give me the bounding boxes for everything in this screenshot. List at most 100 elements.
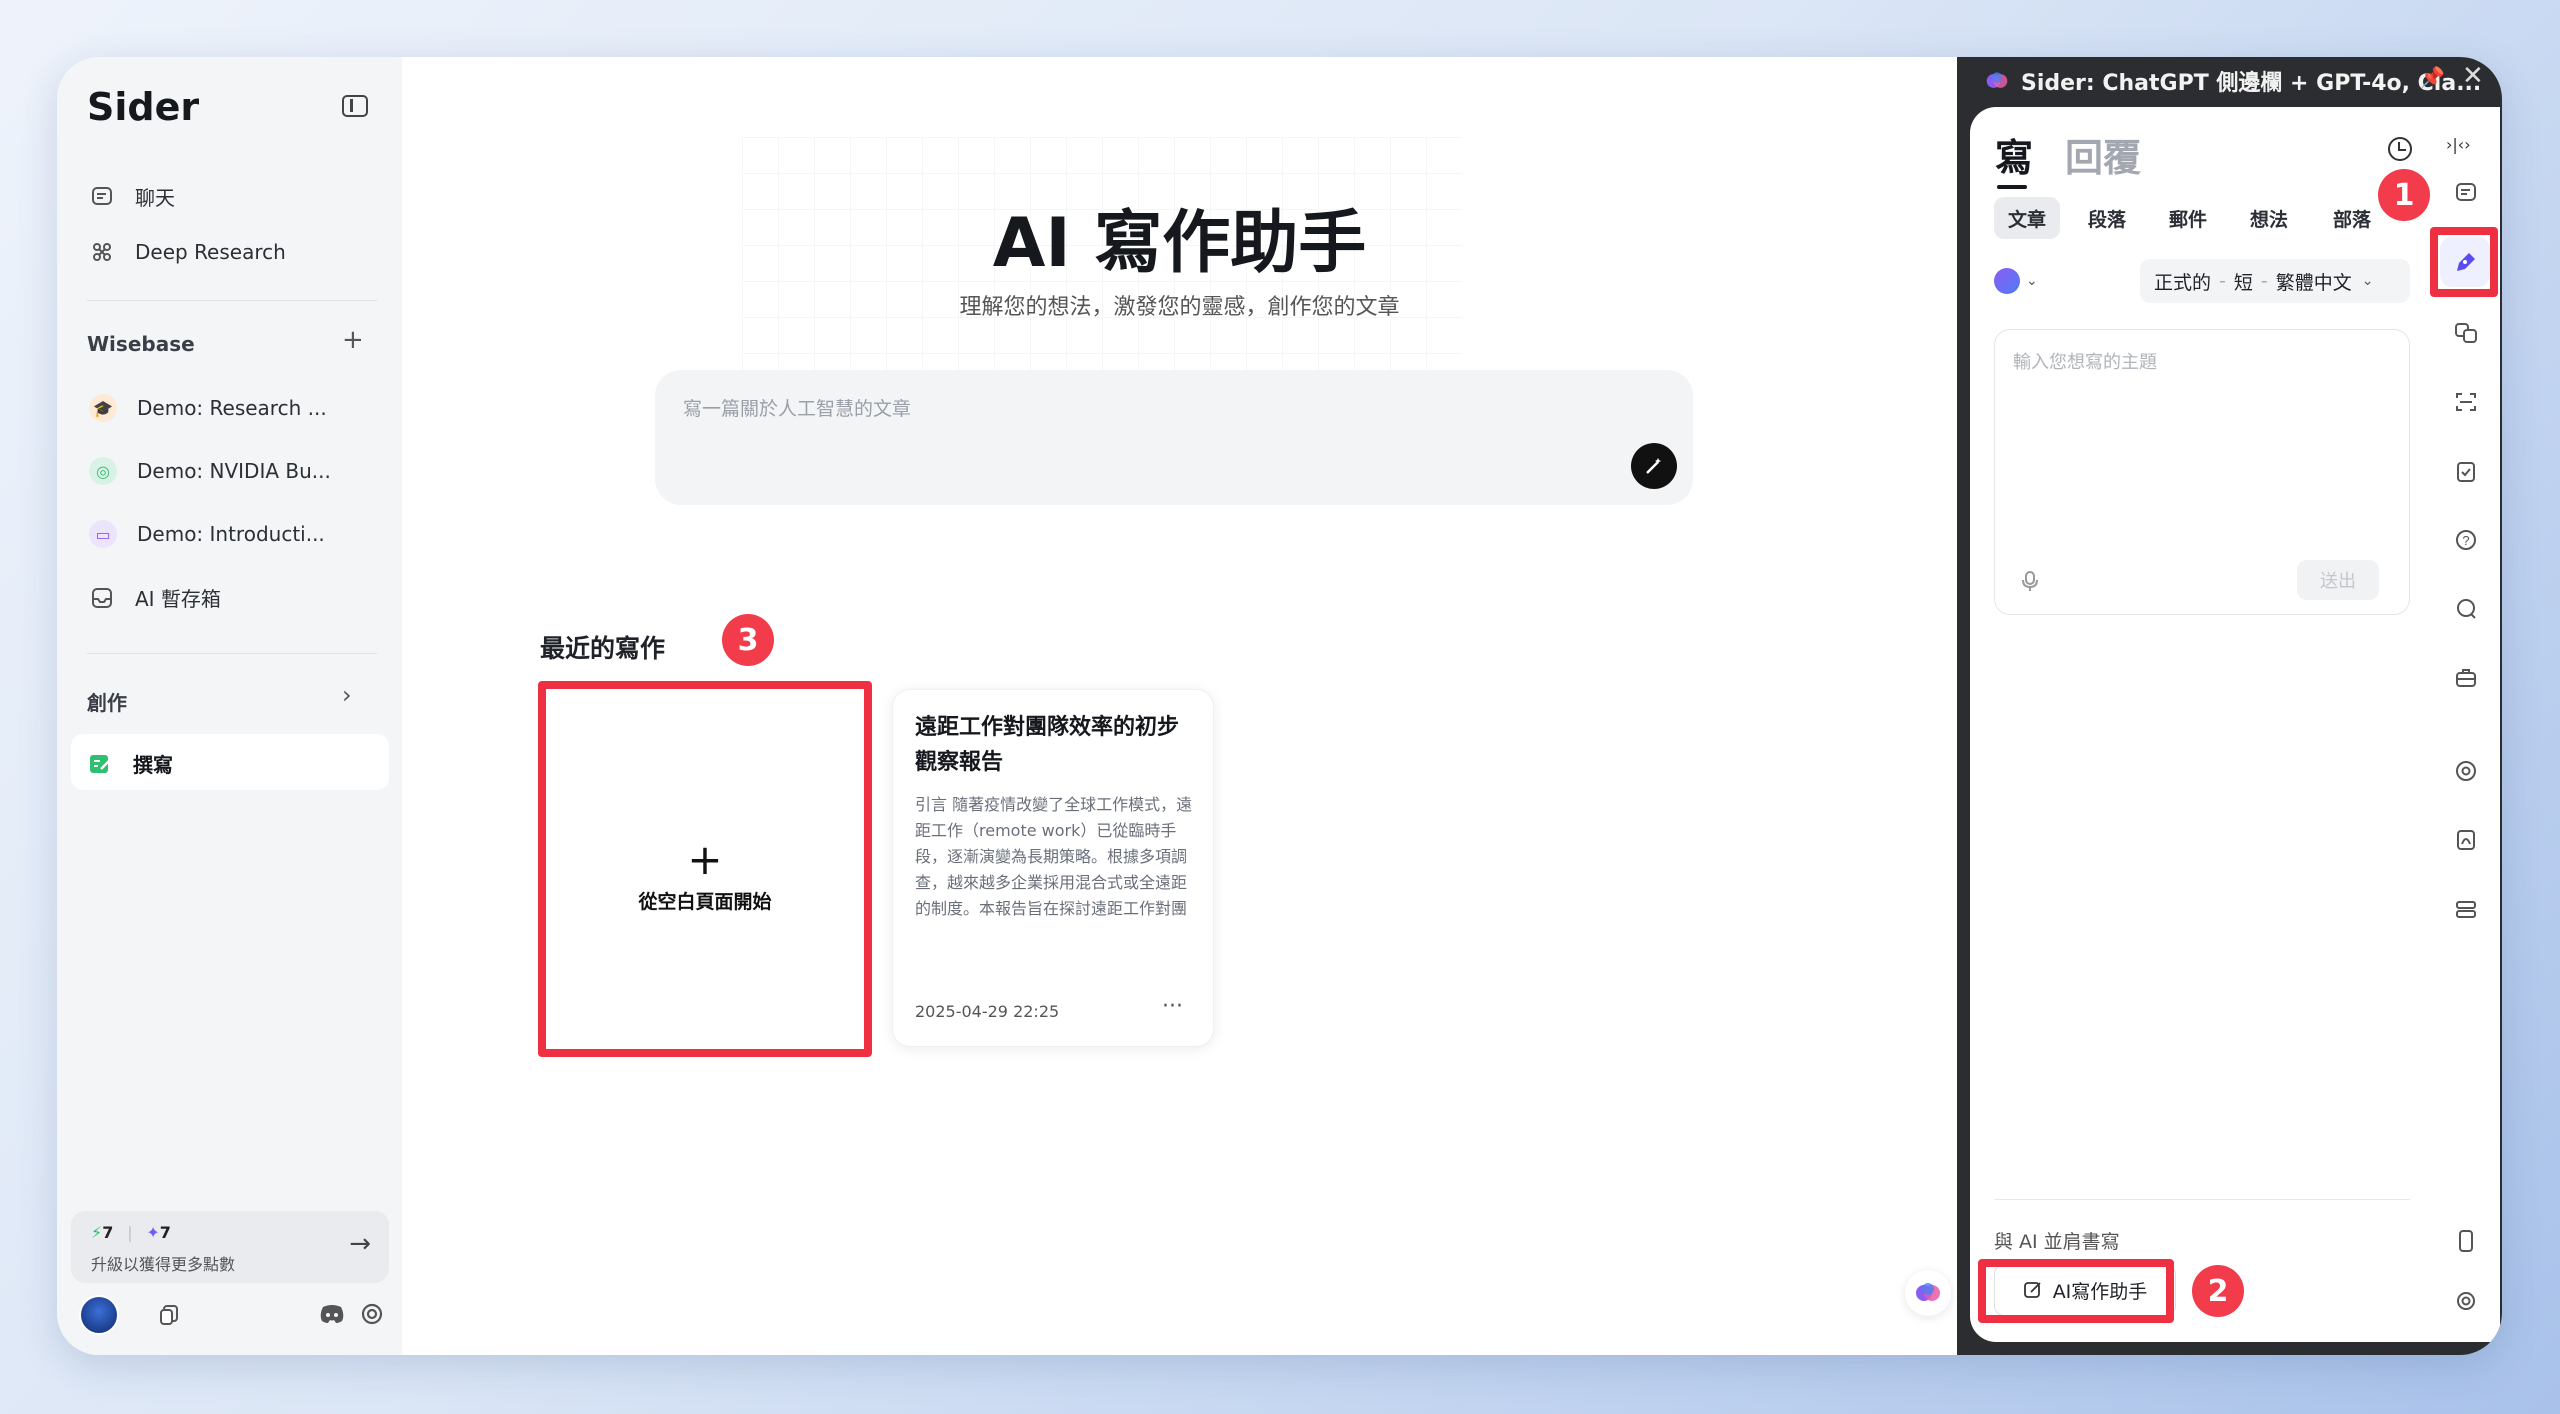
category-idea[interactable]: 想法	[2236, 197, 2302, 239]
extension-title: Sider: ChatGPT 側邊欄 + GPT-4o, Cla...	[2021, 71, 2482, 96]
scan-icon[interactable]	[2452, 388, 2480, 416]
doc-date: 2025-04-29 22:25	[915, 1002, 1060, 1021]
extension-titlebar: Sider: ChatGPT 側邊欄 + GPT-4o, Cla... 📌 ✕	[1957, 57, 2502, 107]
magic-wand-icon	[1646, 458, 1661, 474]
question-icon[interactable]: ?	[2452, 526, 2480, 554]
topic-input[interactable]: 輸入您想寫的主題 送出	[1994, 329, 2410, 615]
sidebar-item-label: AI 暫存箱	[135, 587, 221, 611]
copy-icon[interactable]	[157, 1303, 181, 1331]
highlight-box-2	[1978, 1259, 2174, 1323]
prompt-placeholder: 寫一篇關於人工智慧的文章	[683, 398, 912, 420]
model-icon	[1994, 268, 2020, 294]
chevron-down-icon: ⌄	[2361, 273, 2374, 289]
settings-icon[interactable]	[359, 1301, 385, 1331]
create-section-title[interactable]: 創作	[87, 687, 127, 716]
sidebar-item-ai-inbox[interactable]: AI 暫存箱	[89, 583, 221, 612]
sidebar-item-label: Demo: Research ...	[137, 396, 327, 420]
unpin-icon[interactable]: 📌	[2420, 65, 2445, 89]
settings-icon[interactable]	[2452, 1287, 2480, 1315]
extension-panel: 寫 回覆 文章 段落 郵件 想法 部落 ⌄ 正式的 - 短 - 繁體中文 ⌄ 輸…	[1970, 107, 2500, 1342]
sidebar-item-label: 聊天	[135, 186, 175, 210]
annotation-badge-3: 3	[722, 614, 774, 666]
sidebar-item-chat[interactable]: 聊天	[89, 182, 175, 211]
chevron-down-icon: ⌄	[2026, 273, 2038, 289]
write-panel: 寫 回覆 文章 段落 郵件 想法 部落 ⌄ 正式的 - 短 - 繁體中文 ⌄ 輸…	[1970, 107, 2430, 1342]
sider-brain-icon	[1986, 72, 2008, 88]
send-button[interactable]: 送出	[2297, 560, 2379, 600]
highlight-box-3	[538, 681, 872, 1057]
chip-icon: ◎	[89, 457, 117, 485]
avatar[interactable]	[79, 1295, 119, 1335]
tab-active-underline	[1997, 185, 2027, 189]
history-icon[interactable]	[2388, 137, 2412, 161]
tab-write[interactable]: 寫	[1995, 127, 2033, 182]
microphone-icon[interactable]	[2021, 570, 2039, 597]
language-option[interactable]: 繁體中文	[2276, 268, 2352, 295]
sidebar-item-label: 撰寫	[133, 753, 173, 777]
more-options-icon[interactable]: ···	[1162, 994, 1183, 1019]
collab-label: 與 AI 並肩書寫	[1994, 1231, 2120, 1253]
tab-reply[interactable]: 回覆	[2065, 127, 2141, 182]
sidebar-item-write[interactable]: 撰寫	[87, 749, 173, 778]
chrome-icon[interactable]	[2452, 757, 2480, 785]
model-selector[interactable]: ⌄	[1994, 262, 2038, 300]
recent-writings-title: 最近的寫作	[540, 634, 666, 663]
wisebase-title: Wisebase	[87, 332, 195, 356]
chevron-right-icon[interactable]: ›	[342, 681, 352, 709]
graduation-cap-icon: 🎓	[89, 394, 117, 422]
sidebar-item-wisebase-nvidia[interactable]: ◎ Demo: NVIDIA Bu...	[89, 457, 331, 485]
recent-doc-card[interactable]: 遠距工作對團隊效率的初步觀察報告 引言 隨著疫情改變了全球工作模式，遠距工作（r…	[892, 689, 1214, 1047]
upgrade-text: 升級以獲得更多點數	[91, 1255, 236, 1274]
sider-float-button[interactable]	[1905, 1270, 1951, 1316]
sidebar-divider	[87, 300, 377, 301]
arrow-right-icon[interactable]: →	[349, 1229, 371, 1259]
clipboard-check-icon[interactable]	[2452, 457, 2480, 485]
sidebar-item-wisebase-intro[interactable]: ▭ Demo: Introducti...	[89, 520, 325, 548]
sidebar-item-label: Demo: NVIDIA Bu...	[137, 459, 331, 483]
add-wisebase-icon[interactable]: +	[342, 325, 364, 355]
close-icon[interactable]: ✕	[2462, 61, 2484, 91]
deep-research-icon	[89, 239, 115, 265]
length-option[interactable]: 短	[2234, 268, 2253, 295]
writing-options[interactable]: 正式的 - 短 - 繁體中文 ⌄	[2140, 259, 2410, 303]
sidebar-item-wisebase-research[interactable]: 🎓 Demo: Research ...	[89, 394, 327, 422]
expand-collapse-icon[interactable]: ›|‹›	[2446, 135, 2471, 154]
layout-icon[interactable]	[2452, 895, 2480, 923]
pdf-icon[interactable]	[2452, 826, 2480, 854]
sidebar: Sider 聊天 Deep Research Wisebase + 🎓 Demo…	[57, 57, 402, 1355]
sparkle-icon: ✦	[146, 1223, 160, 1242]
points-card[interactable]: ⚡7 | ✦7 升級以獲得更多點數 →	[71, 1211, 389, 1283]
sidebar-collapse-icon[interactable]	[342, 95, 368, 117]
bolt-icon: ⚡	[91, 1223, 103, 1242]
magic-wand-button[interactable]	[1631, 443, 1677, 489]
prompt-input[interactable]: 寫一篇關於人工智慧的文章	[655, 370, 1693, 505]
tone-option[interactable]: 正式的	[2154, 268, 2211, 295]
phone-icon[interactable]	[2452, 1227, 2480, 1255]
doc-excerpt: 引言 隨著疫情改變了全球工作模式，遠距工作（remote work）已從臨時手段…	[915, 795, 1193, 918]
chat-icon[interactable]	[2452, 179, 2480, 207]
category-article[interactable]: 文章	[1994, 197, 2061, 239]
chat-icon	[89, 184, 115, 210]
app-window: Sider 聊天 Deep Research Wisebase + 🎓 Demo…	[57, 57, 2502, 1355]
toolbox-icon[interactable]	[2452, 664, 2480, 692]
annotation-badge-2: 2	[2192, 1265, 2244, 1317]
discord-icon[interactable]	[319, 1303, 345, 1329]
sidebar-item-label: Demo: Introducti...	[137, 522, 325, 546]
topic-placeholder: 輸入您想寫的主題	[2013, 352, 2157, 373]
sidebar-bottom-bar	[77, 1295, 387, 1339]
points-counts: ⚡7 | ✦7	[91, 1223, 171, 1242]
category-email[interactable]: 郵件	[2155, 197, 2221, 239]
page-title: AI 寫作助手	[992, 204, 1367, 283]
write-icon	[87, 751, 113, 777]
extension-icon-rail: ›|‹› 1 ?	[2378, 107, 2500, 1342]
inbox-icon	[89, 585, 115, 611]
category-blog[interactable]: 部落	[2319, 197, 2379, 239]
translate-icon[interactable]	[2452, 319, 2480, 347]
search-chat-icon[interactable]	[2452, 595, 2480, 623]
sidebar-item-deep-research[interactable]: Deep Research	[89, 239, 286, 265]
panel-divider	[1994, 1199, 2410, 1200]
category-paragraph[interactable]: 段落	[2074, 197, 2140, 239]
sidebar-divider	[87, 653, 377, 654]
folder-icon: ▭	[89, 520, 117, 548]
sider-brain-icon	[1916, 1283, 1940, 1301]
